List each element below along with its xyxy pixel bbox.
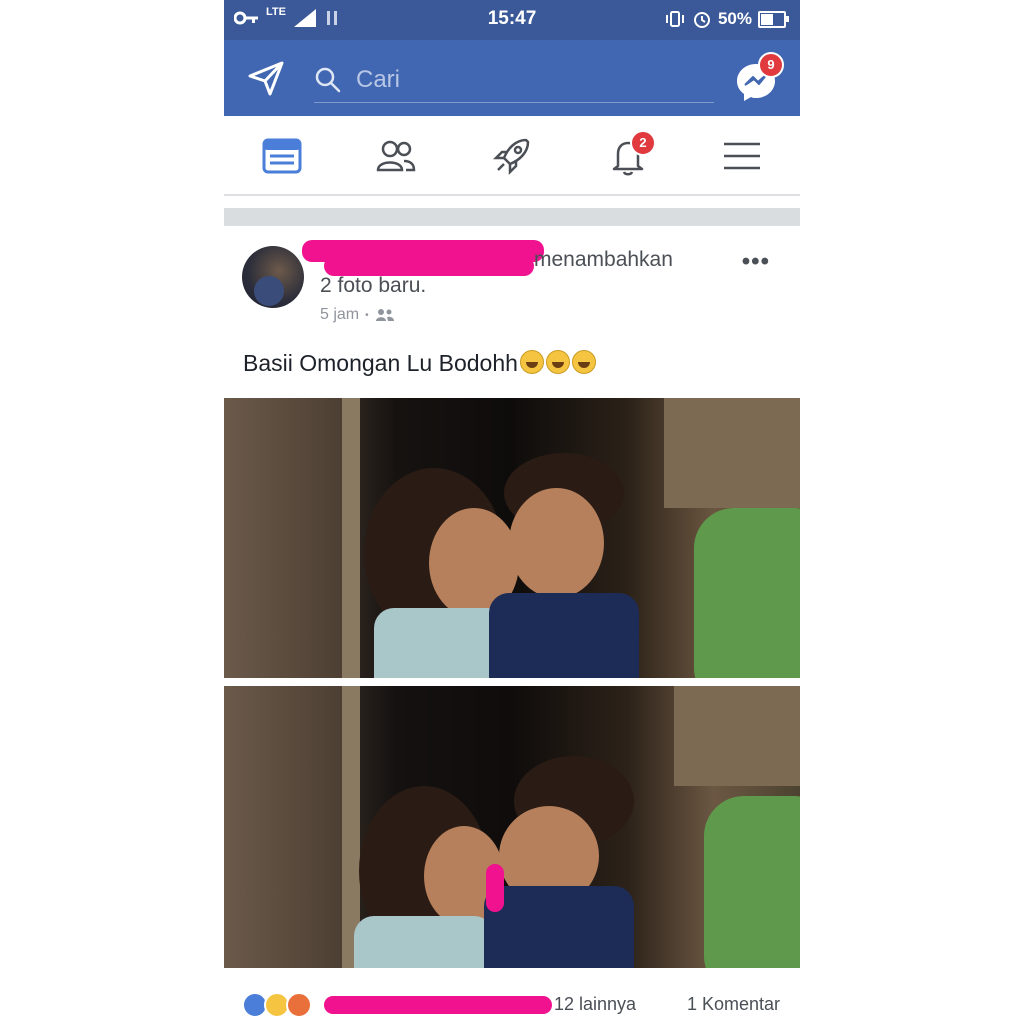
post-photo-2[interactable]	[224, 686, 800, 968]
post-caption-text: Basii Omongan Lu Bodohh	[243, 350, 518, 376]
send-icon[interactable]	[246, 58, 286, 98]
alarm-icon	[693, 12, 710, 28]
friends-icon	[376, 140, 416, 172]
photo-green-object	[704, 796, 800, 968]
status-right: 50%	[664, 9, 789, 29]
photo-background-panel	[674, 686, 800, 786]
laughing-emoji-icon	[571, 350, 596, 374]
photo-person-shirt	[354, 916, 494, 968]
tab-news-feed[interactable]	[260, 134, 304, 178]
search-bar[interactable]: Cari	[314, 60, 714, 103]
post-action-text: menambahkan	[534, 248, 673, 271]
search-placeholder: Cari	[356, 66, 401, 93]
photo-door	[224, 686, 342, 968]
facebook-app-screen: LTE 15:47 50% Cari 9 2 menambahkan 2 fot…	[224, 0, 800, 1024]
top-bar: Cari 9	[224, 40, 800, 116]
battery-percent: 50%	[717, 9, 752, 28]
post-meta: 5 jam •	[320, 306, 395, 324]
post-action-text-2: 2 foto baru.	[320, 274, 427, 297]
messenger-badge: 9	[758, 52, 784, 78]
post-header: menambahkan 2 foto baru. 5 jam • •••	[224, 226, 800, 346]
notifications-badge: 2	[630, 130, 656, 156]
vibrate-icon	[665, 11, 684, 27]
tab-notifications[interactable]: 2	[606, 130, 656, 178]
laughing-emoji-icon	[519, 350, 544, 374]
angry-reaction-icon[interactable]	[286, 992, 312, 1018]
tab-friends[interactable]	[374, 134, 418, 178]
tab-bar: 2	[224, 116, 800, 196]
status-bar: LTE 15:47 50%	[224, 0, 800, 40]
more-options-icon[interactable]: •••	[742, 248, 770, 276]
post-caption: Basii Omongan Lu Bodohh	[243, 350, 596, 377]
redacted-username-2	[324, 256, 534, 276]
messenger-button[interactable]: 9	[734, 52, 784, 104]
hamburger-menu-icon	[724, 142, 760, 170]
photo-person-face	[509, 488, 604, 598]
redacted-reactors	[324, 996, 552, 1014]
feed-separator	[224, 208, 800, 226]
friends-audience-icon	[375, 309, 394, 321]
photo-person-shirt	[484, 886, 634, 968]
avatar[interactable]	[242, 246, 304, 308]
post-photo-1[interactable]	[224, 398, 800, 678]
battery-icon	[758, 10, 789, 28]
photo-background-panel	[664, 398, 800, 508]
reactions-others[interactable]: 12 lainnya	[554, 994, 636, 1015]
post-time[interactable]: 5 jam	[320, 306, 359, 324]
photo-doorframe	[342, 398, 360, 678]
rocket-icon	[492, 138, 530, 176]
photo-person-shirt	[489, 593, 639, 678]
tab-discover[interactable]	[490, 134, 534, 178]
comment-count[interactable]: 1 Komentar	[687, 994, 780, 1015]
photo-door	[224, 398, 342, 678]
news-feed-icon	[262, 138, 302, 174]
search-icon	[315, 67, 341, 93]
redaction-mark	[486, 864, 504, 912]
photo-green-object	[694, 508, 800, 678]
reactions-bar: 12 lainnya 1 Komentar	[224, 978, 800, 1024]
laughing-emoji-icon	[545, 350, 570, 374]
tab-menu[interactable]	[720, 134, 764, 178]
